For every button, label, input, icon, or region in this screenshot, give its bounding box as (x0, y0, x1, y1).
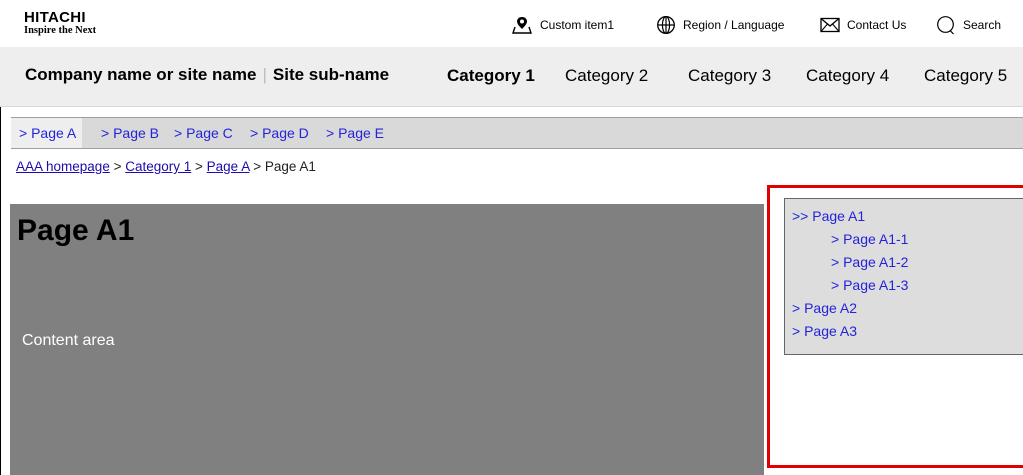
content-area: Page A1 Content area (10, 204, 764, 475)
contact-us-label: Contact Us (847, 18, 907, 32)
subnav-page-a[interactable]: > Page A (11, 118, 83, 148)
site-name-separator: | (262, 65, 267, 84)
breadcrumb-link-home[interactable]: AAA homepage (16, 159, 110, 174)
nav-category-2[interactable]: Category 2 (565, 66, 648, 86)
envelope-icon (820, 17, 840, 33)
site-subname-text: Site sub-name (272, 65, 390, 84)
nav-category-4[interactable]: Category 4 (806, 66, 889, 86)
nav-category-5[interactable]: Category 5 (924, 66, 1007, 86)
nav-category-1[interactable]: Category 1 (447, 66, 535, 86)
globe-icon (657, 16, 675, 34)
sidenav-item-page-a3[interactable]: > Page A3 (792, 323, 857, 339)
breadcrumb-separator: > (249, 159, 265, 174)
site-name[interactable]: Company name or site name | Site sub-name (25, 65, 389, 85)
utility-bar: HITACHI Inspire the Next Custom item1 Re… (0, 0, 1023, 47)
sidenav-item-page-a1-1[interactable]: > Page A1-1 (831, 231, 908, 247)
sub-nav: > Page A > Page B > Page C > Page D > Pa… (11, 117, 1023, 149)
subnav-page-c[interactable]: > Page C (174, 125, 233, 141)
hitachi-logo[interactable]: HITACHI Inspire the Next (24, 9, 97, 36)
subnav-page-b[interactable]: > Page B (101, 125, 159, 141)
logo-tagline: Inspire the Next (24, 25, 97, 36)
search-icon (937, 16, 954, 35)
site-name-text: Company name or site name (25, 65, 257, 84)
region-language-link[interactable]: Region / Language (656, 14, 784, 36)
breadcrumb-separator: > (109, 159, 126, 174)
subnav-page-e[interactable]: > Page E (326, 125, 384, 141)
breadcrumb: AAA homepage > Category 1 > Page A > Pag… (16, 159, 316, 174)
sidenav-item-page-a1-3[interactable]: > Page A1-3 (831, 277, 908, 293)
breadcrumb-current: Page A1 (264, 159, 316, 174)
map-pin-icon (512, 17, 532, 34)
custom-item-label: Custom item1 (540, 18, 615, 32)
contact-us-link[interactable]: Contact Us (820, 14, 906, 36)
content-placeholder-text: Content area (22, 332, 115, 349)
custom-item-link[interactable]: Custom item1 (511, 14, 614, 36)
search-link[interactable]: Search (936, 14, 1001, 36)
sidenav-item-page-a1[interactable]: >> Page A1 (792, 208, 865, 224)
side-nav: >> Page A1 > Page A1-1 > Page A1-2 > Pag… (784, 198, 1023, 355)
logo-wordmark: HITACHI (24, 9, 86, 26)
sidenav-item-page-a2[interactable]: > Page A2 (792, 300, 857, 316)
sidenav-item-page-a1-2[interactable]: > Page A1-2 (831, 254, 908, 270)
breadcrumb-link-page[interactable]: Page A (207, 159, 250, 174)
main-nav: Company name or site name | Site sub-name … (0, 47, 1023, 107)
breadcrumb-link-category[interactable]: Category 1 (125, 159, 191, 174)
breadcrumb-separator: > (191, 159, 207, 174)
region-language-label: Region / Language (683, 18, 785, 32)
search-label: Search (963, 18, 1002, 32)
subnav-page-d[interactable]: > Page D (250, 125, 309, 141)
nav-category-3[interactable]: Category 3 (688, 66, 771, 86)
page-title: Page A1 (17, 214, 135, 247)
